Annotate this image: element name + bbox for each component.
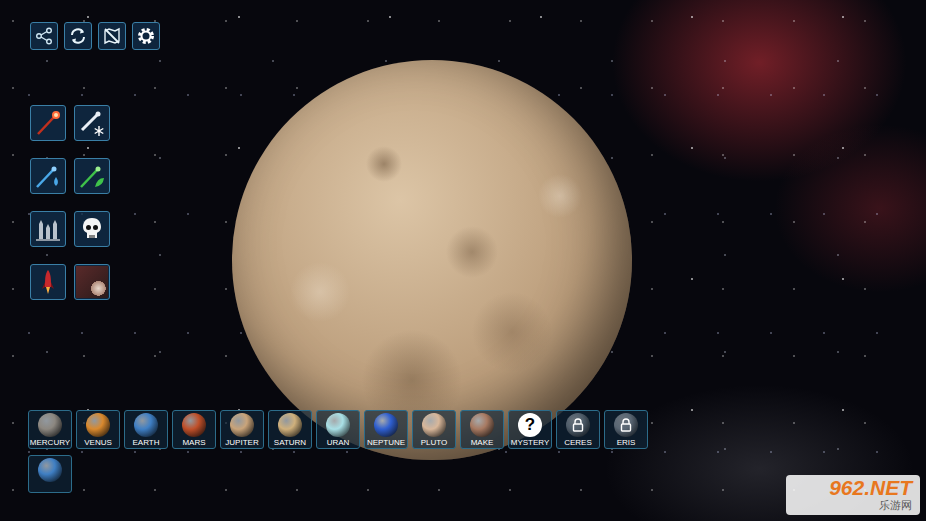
planet-label: NEPTUNE	[367, 438, 405, 447]
planet-sphere	[182, 413, 206, 437]
planet-sphere	[374, 413, 398, 437]
planet-sphere	[134, 413, 158, 437]
planet-label: MYSTERY	[511, 438, 550, 447]
hud: MERCURY VENUS EARTH MARS JUPITER SATURN URAN NE…	[0, 0, 926, 521]
planet-icon	[614, 413, 638, 437]
planet-icon	[86, 413, 110, 437]
share-icon	[34, 26, 54, 46]
planet-label: JUPITER	[225, 438, 258, 447]
planet-icon	[182, 413, 206, 437]
planet-icon	[470, 413, 494, 437]
planet-row: MERCURY VENUS EARTH MARS JUPITER SATURN URAN NE…	[28, 410, 926, 449]
planet-label: CERES	[564, 438, 592, 447]
planet-label: EARTH	[133, 438, 160, 447]
skull-icon	[77, 214, 107, 244]
planet-button[interactable]: MAKE	[460, 410, 504, 449]
plant-ray-button[interactable]	[74, 158, 110, 194]
share-button[interactable]	[30, 22, 58, 50]
refresh-icon	[68, 26, 88, 46]
refresh-button[interactable]	[64, 22, 92, 50]
settings-button[interactable]	[132, 22, 160, 50]
planet-thumbnail-icon	[76, 266, 108, 298]
planet-button[interactable]	[28, 455, 72, 493]
planet-sphere	[230, 413, 254, 437]
freeze-ray-icon	[77, 108, 107, 138]
planet-sphere: ?	[518, 413, 542, 437]
planet-button[interactable]: MARS	[172, 410, 216, 449]
planet-sphere	[38, 413, 62, 437]
planet-label: ERIS	[617, 438, 636, 447]
planet-label: PLUTO	[421, 438, 448, 447]
game-screen: MERCURY VENUS EARTH MARS JUPITER SATURN URAN NE…	[0, 0, 926, 521]
planet-label: VENUS	[84, 438, 112, 447]
planet-label: MARS	[182, 438, 205, 447]
map-toggle-button[interactable]	[98, 22, 126, 50]
watermark-sub: 乐游网	[879, 499, 912, 512]
top-bar	[28, 22, 926, 50]
planet-button[interactable]: ERIS	[604, 410, 648, 449]
lock-icon	[620, 418, 632, 432]
planet-button[interactable]: EARTH	[124, 410, 168, 449]
planet-label: MERCURY	[30, 438, 70, 447]
planet-button[interactable]: SATURN	[268, 410, 312, 449]
planet-sphere	[38, 458, 62, 482]
planet-button[interactable]: CERES	[556, 410, 600, 449]
planet-button[interactable]: URAN	[316, 410, 360, 449]
planet-button[interactable]: MERCURY	[28, 410, 72, 449]
laser-button[interactable]	[30, 105, 66, 141]
watermark-brand: 962.NET	[829, 477, 912, 499]
planet-view[interactable]	[232, 60, 632, 460]
planet-thumbnail-button[interactable]	[74, 264, 110, 300]
lock-icon	[572, 418, 584, 432]
planet-icon	[38, 458, 62, 482]
planet-sphere	[614, 413, 638, 437]
planet-button[interactable]: JUPITER	[220, 410, 264, 449]
weapon-panel	[28, 105, 926, 300]
laser-icon	[33, 108, 63, 138]
planet-icon	[566, 413, 590, 437]
planet-sphere	[278, 413, 302, 437]
missile-button[interactable]	[30, 264, 66, 300]
planet-label: SATURN	[274, 438, 306, 447]
planet-icon	[326, 413, 350, 437]
water-ray-button[interactable]	[30, 158, 66, 194]
planet-sphere	[86, 413, 110, 437]
planet-button[interactable]: NEPTUNE	[364, 410, 408, 449]
planet-sphere	[326, 413, 350, 437]
planet-icon	[278, 413, 302, 437]
plant-ray-icon	[77, 161, 107, 191]
death-button[interactable]	[74, 211, 110, 247]
rocket-icon	[33, 267, 63, 297]
planet-icon	[374, 413, 398, 437]
gear-icon	[136, 26, 156, 46]
planet-label: MAKE	[471, 438, 494, 447]
planet-icon	[230, 413, 254, 437]
planet-icon	[422, 413, 446, 437]
planet-icon	[38, 413, 62, 437]
spaceships-button[interactable]	[30, 211, 66, 247]
spaceships-icon	[33, 214, 63, 244]
watermark: 962.NET乐游网	[786, 475, 920, 515]
mystery-icon: ?	[518, 413, 542, 437]
map-off-icon	[102, 26, 122, 46]
planet-label: URAN	[327, 438, 350, 447]
planet-sphere	[422, 413, 446, 437]
planet-button[interactable]: ?MYSTERY	[508, 410, 552, 449]
freeze-ray-button[interactable]	[74, 105, 110, 141]
planet-sphere	[566, 413, 590, 437]
water-ray-icon	[33, 161, 63, 191]
planet-icon	[134, 413, 158, 437]
planet-button[interactable]: VENUS	[76, 410, 120, 449]
planet-button[interactable]: PLUTO	[412, 410, 456, 449]
planet-sphere	[470, 413, 494, 437]
